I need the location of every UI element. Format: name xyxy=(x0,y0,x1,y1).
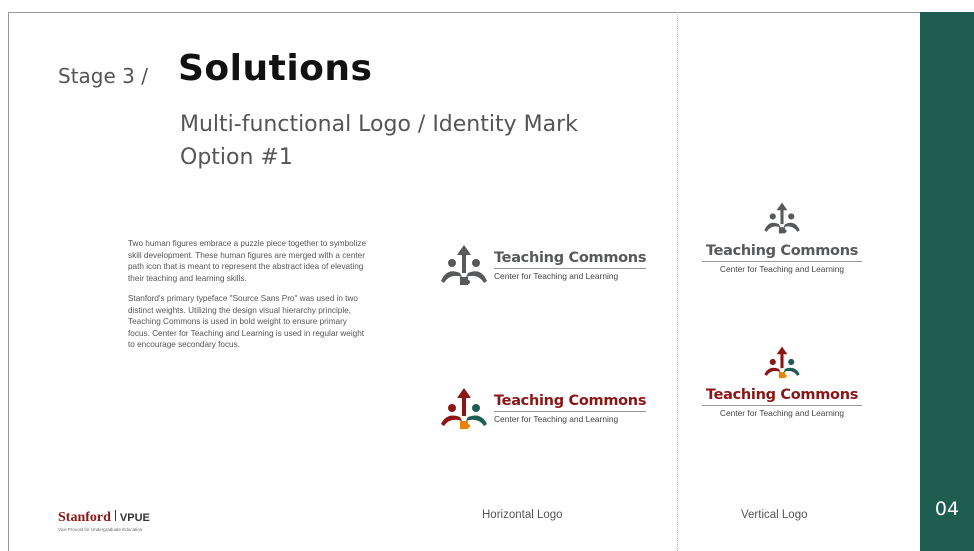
wordmark-separator xyxy=(114,510,116,521)
column-divider xyxy=(677,12,678,551)
page-subtitle: Multi-functional Logo / Identity Mark Op… xyxy=(180,108,578,174)
left-border xyxy=(8,12,9,551)
logo-name: Teaching Commons xyxy=(705,387,859,403)
logo-name: Teaching Commons xyxy=(705,243,859,259)
logo-rule xyxy=(494,267,647,269)
logo-tagline: Center for Teaching and Learning xyxy=(719,408,845,418)
teaching-commons-mark-color-icon xyxy=(764,346,800,379)
subtitle-line-1: Multi-functional Logo / Identity Mark xyxy=(180,112,578,137)
slide: 04 Stage 3 / Solutions Multi-functional … xyxy=(0,0,974,551)
horizontal-logo-gray-text: Teaching Commons Center for Teaching and… xyxy=(494,250,646,281)
logo-tagline: Center for Teaching and Learning xyxy=(494,413,619,424)
stage-label: Stage 3 / xyxy=(58,64,148,88)
page-title: Solutions xyxy=(178,48,373,89)
logo-tagline: Center for Teaching and Learning xyxy=(494,270,619,281)
horizontal-logo-gray: Teaching Commons Center for Teaching and… xyxy=(438,243,646,287)
logo-rule xyxy=(494,410,647,412)
description-paragraph-2: Stanford's primary typeface "Source Sans… xyxy=(128,294,365,349)
vpue-tagline: Vice Provost for Undergraduate Education xyxy=(58,527,143,532)
logo-rule xyxy=(702,261,862,262)
vpue-wordmark: VPUE xyxy=(119,512,150,524)
teaching-commons-mark-color-icon xyxy=(441,388,487,429)
vertical-logo-gray: Teaching Commons Center for Teaching and… xyxy=(702,196,862,274)
teaching-commons-mark-icon xyxy=(764,202,800,234)
subtitle-line-2: Option #1 xyxy=(180,145,293,170)
side-accent-bar xyxy=(920,12,974,551)
stanford-wordmark: Stanford xyxy=(58,510,111,525)
logo-rule xyxy=(702,405,862,406)
stanford-vpue-logo: Stanford VPUE Vice Provost for Undergrad… xyxy=(58,510,150,532)
vertical-logo-color: Teaching Commons Center for Teaching and… xyxy=(702,340,862,418)
description: Two human figures embrace a puzzle piece… xyxy=(128,238,368,351)
stanford-vpue-wordmark: Stanford VPUE xyxy=(58,510,150,526)
horizontal-logo-color-text: Teaching Commons Center for Teaching and… xyxy=(494,393,646,424)
logo-name: Teaching Commons xyxy=(494,392,647,409)
horizontal-logo-caption: Horizontal Logo xyxy=(482,509,563,521)
logo-name: Teaching Commons xyxy=(494,249,647,266)
teaching-commons-mark-icon xyxy=(441,245,487,285)
description-paragraph-1: Two human figures embrace a puzzle piece… xyxy=(128,239,367,283)
horizontal-logo-color: Teaching Commons Center for Teaching and… xyxy=(438,386,646,430)
top-border xyxy=(8,12,920,13)
page-number: 04 xyxy=(934,498,960,520)
vertical-logo-caption: Vertical Logo xyxy=(741,509,808,521)
logo-tagline: Center for Teaching and Learning xyxy=(719,264,845,274)
